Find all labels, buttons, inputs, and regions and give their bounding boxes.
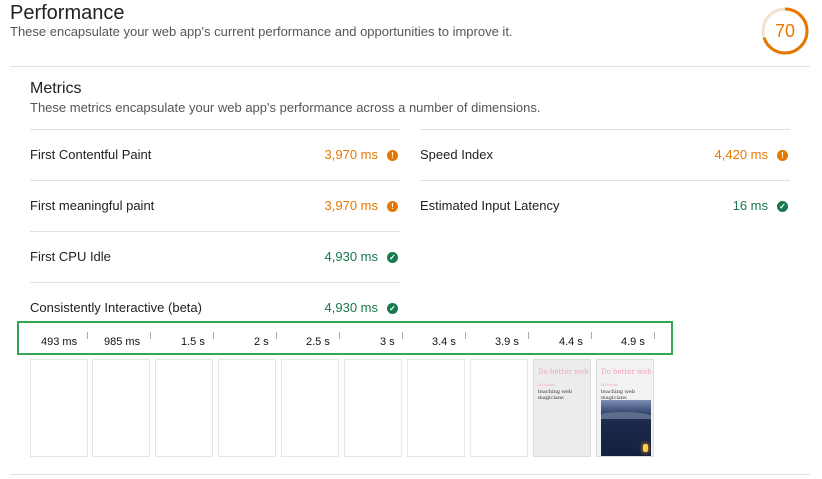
- performance-description: These encapsulate your web app's current…: [10, 24, 513, 39]
- metric-value: 3,970 ms: [324, 147, 378, 162]
- filmstrip-frame-screenshot-with-image: Do better web Hi there teaching web magi…: [596, 359, 654, 457]
- filmstrip-tick: 3.9 s: [495, 336, 519, 348]
- filmstrip-timeline: 493 ms 985 ms 1.5 s 2 s 2.5 s 3 s 3.4 s …: [17, 321, 673, 355]
- info-icon: !: [777, 150, 788, 161]
- metric-speed-index: Speed Index 4,420 ms !: [420, 129, 790, 180]
- metric-name: First meaningful paint: [30, 198, 155, 213]
- filmstrip-frame-screenshot: Do better web Hi there teaching web magi…: [533, 359, 591, 457]
- tick-mark: [402, 332, 403, 339]
- performance-score: 70: [774, 21, 796, 41]
- filmstrip-frame-blank: [344, 359, 402, 457]
- metric-value: 4,930 ms: [324, 249, 378, 264]
- info-icon: !: [387, 150, 398, 161]
- metric-name: Consistently Interactive (beta): [30, 300, 202, 315]
- filmstrip-frame-blank: [281, 359, 339, 457]
- metric-name: First Contentful Paint: [30, 147, 152, 162]
- metric-value: 3,970 ms: [324, 198, 378, 213]
- metrics-title: Metrics: [30, 80, 82, 97]
- screenshot-greeting: Hi there: [601, 382, 618, 387]
- tick-mark: [213, 332, 214, 339]
- mountain-ridge: [601, 412, 651, 419]
- screenshot-subtitle: teaching web magicians: [538, 389, 573, 401]
- screenshot-hero-image: [601, 400, 651, 456]
- screenshot-greeting: Hi there: [538, 382, 555, 387]
- filmstrip-tick: 493 ms: [41, 336, 78, 348]
- tick-mark: [87, 332, 88, 339]
- filmstrip-tick: 2.5 s: [306, 336, 330, 348]
- check-icon: ✓: [387, 303, 398, 314]
- metric-first-cpu-idle: First CPU Idle 4,930 ms ✓: [30, 231, 400, 282]
- filmstrip-frame-blank: [155, 359, 213, 457]
- section-divider: [10, 474, 810, 475]
- metric-name: First CPU Idle: [30, 249, 111, 264]
- performance-title: Performance: [10, 2, 125, 24]
- tick-mark: [591, 332, 592, 339]
- metric-value: 4,420 ms: [714, 147, 768, 162]
- metric-first-meaningful-paint: First meaningful paint 3,970 ms !: [30, 180, 400, 231]
- screenshot-title: Do better web: [538, 368, 589, 376]
- tick-mark: [276, 332, 277, 339]
- filmstrip-frame-blank: [470, 359, 528, 457]
- metric-value: 4,930 ms: [324, 300, 378, 315]
- lantern-icon: [643, 444, 648, 452]
- metric-estimated-input-latency: Estimated Input Latency 16 ms ✓: [420, 180, 790, 231]
- filmstrip-frame-blank: [407, 359, 465, 457]
- metric-value: 16 ms: [732, 198, 768, 213]
- filmstrip-tick: 4.4 s: [559, 336, 583, 348]
- filmstrip-frame-blank: [92, 359, 150, 457]
- tick-mark: [654, 332, 655, 339]
- tick-mark: [528, 332, 529, 339]
- check-icon: ✓: [387, 252, 398, 263]
- filmstrip-tick: 2 s: [254, 336, 269, 348]
- filmstrip-frame-blank: [30, 359, 88, 457]
- metric-name: Speed Index: [420, 147, 494, 162]
- metric-name: Estimated Input Latency: [420, 198, 560, 213]
- filmstrip-frame-blank: [218, 359, 276, 457]
- metric-first-contentful-paint: First Contentful Paint 3,970 ms !: [30, 129, 400, 180]
- screenshot-title: Do better web: [601, 368, 652, 376]
- tick-mark: [339, 332, 340, 339]
- filmstrip-tick: 3 s: [380, 336, 395, 348]
- section-divider: [10, 66, 810, 67]
- tick-mark: [150, 332, 151, 339]
- filmstrip-tick: 3.4 s: [432, 336, 456, 348]
- filmstrip-tick: 1.5 s: [181, 336, 205, 348]
- tick-mark: [465, 332, 466, 339]
- info-icon: !: [387, 201, 398, 212]
- metrics-description: These metrics encapsulate your web app's…: [30, 100, 541, 115]
- check-icon: ✓: [777, 201, 788, 212]
- performance-score-gauge: 70: [760, 6, 810, 56]
- filmstrip-tick: 985 ms: [104, 336, 141, 348]
- filmstrip-tick: 4.9 s: [621, 336, 645, 348]
